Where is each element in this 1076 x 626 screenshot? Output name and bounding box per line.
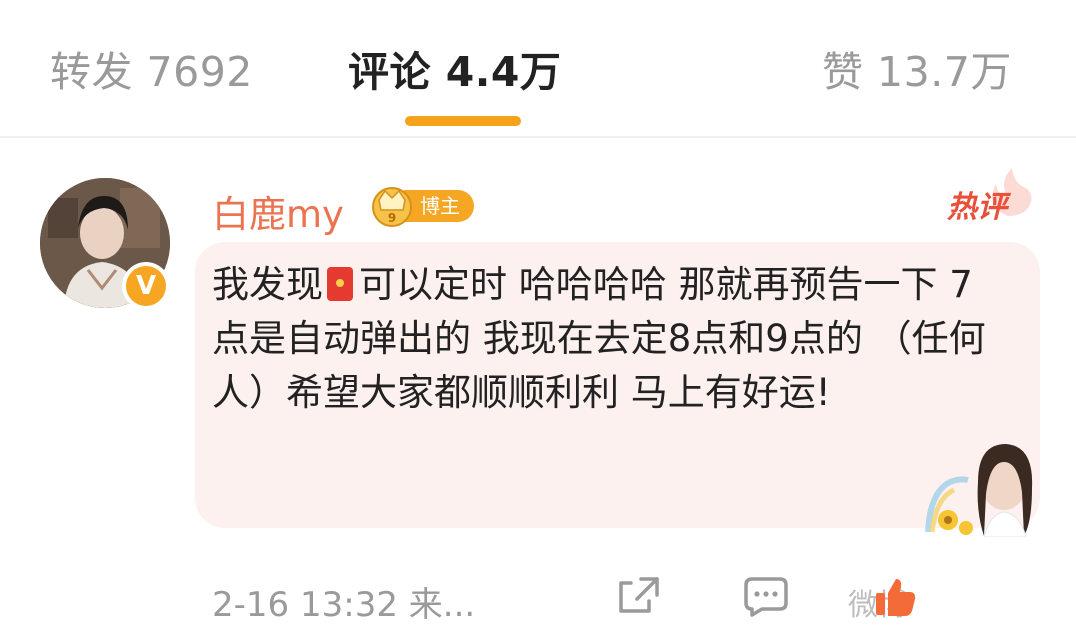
divider — [0, 136, 1076, 138]
tab-comments[interactable]: 评论 4.4万 — [348, 38, 561, 98]
comment-icon[interactable] — [742, 575, 790, 617]
tab-likes[interactable]: 赞 13.7万 — [822, 38, 1012, 98]
comment-text: 我发现 可以定时 哈哈哈哈 那就再预告一下 7点是自动弹出的 我现在去定8点和9点… — [212, 258, 1002, 420]
like-icon[interactable] — [873, 575, 919, 619]
comment-username[interactable]: 白鹿my — [212, 184, 344, 238]
share-icon[interactable] — [615, 575, 661, 615]
crown-icon: 9 — [372, 187, 412, 227]
tab-reposts[interactable]: 转发 7692 — [50, 38, 253, 98]
active-tab-indicator — [405, 116, 521, 126]
red-packet-icon — [327, 267, 353, 301]
role-badge: 博主 — [404, 190, 474, 222]
comment-timestamp: 2-16 13:32 来... — [212, 585, 476, 625]
comment-text-start: 我发现 — [212, 263, 323, 306]
crown-level: 9 — [388, 211, 396, 225]
hot-comment-tag: 热评 — [947, 190, 1007, 225]
verified-v-icon: V — [126, 266, 166, 306]
portrait-sticker-icon — [925, 444, 1033, 537]
tab-bar: 转发 7692 评论 4.4万 赞 13.7万 — [0, 0, 1076, 136]
verified-badge: V — [122, 262, 170, 310]
role-badge-label: 博主 — [420, 194, 460, 218]
